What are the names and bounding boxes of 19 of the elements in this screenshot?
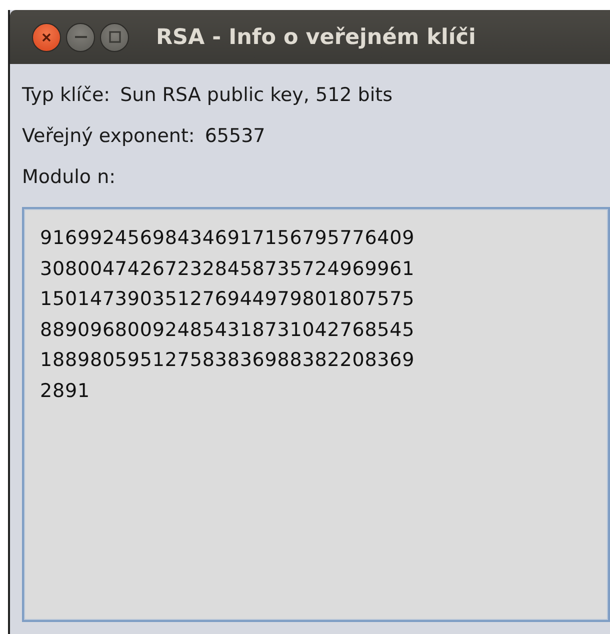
modulus-text-area[interactable]: 916992456984346917156795776409 308004742672328458735724969961 150147390351276944979801807575 889096800924854318731042768545 188980595127583836988382208369 2891 [22,207,610,622]
field-label: Typ klíče: [22,84,110,106]
field-value: 65537 [204,124,266,146]
close-button[interactable] [32,22,61,52]
modulus-line: 2891 [40,378,91,404]
modulus-line: 916992456984346917156795776409 [40,226,416,251]
field-value: Sun RSA public key, 512 bits [120,84,392,106]
field-label: Veřejný exponent: [22,124,195,146]
modulus-line: 308004742672328458735724969961 [40,256,416,282]
minimize-button[interactable] [66,22,95,52]
maximize-button[interactable] [100,22,129,52]
field-label: Modulo n: [22,166,116,188]
close-icon [41,32,52,42]
modulus-line: 188980595127583836988382208369 [40,348,416,373]
minimize-icon [74,36,86,38]
window-title: RSA - Info o veřejném klíči [156,24,476,50]
maximize-icon [108,31,120,43]
modulus-line: 889096800924854318731042768545 [40,318,416,342]
modulus-line: 150147390351276944979801807575 [40,287,416,312]
